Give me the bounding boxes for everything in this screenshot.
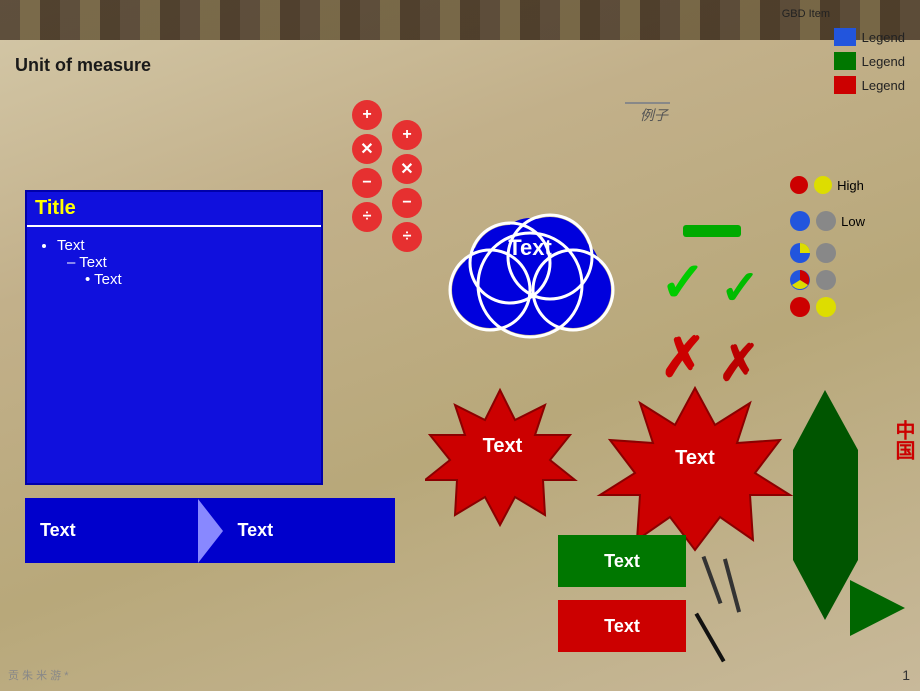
multiply-button-left[interactable]: ✕ [352, 134, 382, 164]
multiply-button-right[interactable]: ✕ [392, 154, 422, 184]
plus-button-right[interactable]: + [392, 120, 422, 150]
pie-dot-4 [815, 269, 837, 291]
pie-dot-3 [789, 269, 811, 291]
checkmark-1: ✓ [660, 255, 706, 310]
starburst-shapes: Text Text [425, 385, 825, 560]
cloud-text: Text [475, 235, 585, 261]
legend-label-blue: Legend [862, 30, 905, 45]
minus-button-right[interactable]: − [392, 188, 422, 218]
red-text-box: Text [558, 600, 686, 652]
green-right-arrow [850, 580, 905, 636]
unit-of-measure-label: Unit of measure [15, 55, 151, 76]
green-text-box: Text [558, 535, 686, 587]
high-dot-yellow [813, 175, 833, 195]
xmark-1: ✗ [660, 330, 706, 385]
math-buttons-right: + ✕ − ÷ [392, 120, 422, 252]
bottom-bar-left-text: Text [25, 520, 198, 541]
legend-color-red [834, 76, 856, 94]
page-number: 1 [902, 667, 910, 683]
divide-button-left[interactable]: ÷ [352, 202, 382, 232]
checkmark-2: ✓ [720, 265, 760, 313]
legend-color-blue [834, 28, 856, 46]
slash-2 [723, 558, 741, 612]
legend-container: Legend Legend Legend [834, 28, 905, 94]
pie-dots-row-2 [789, 269, 865, 291]
starburst-svg [425, 385, 825, 555]
plus-button-left[interactable]: + [352, 100, 382, 130]
china-text: 中国 [889, 420, 918, 460]
bullet-list: Text Text Text [27, 227, 321, 302]
bullet-item-2: Text Text [67, 254, 309, 288]
title-box: Title Text Text Text [25, 190, 323, 485]
legend-color-green [834, 52, 856, 70]
legend-item-red: Legend [834, 76, 905, 94]
dot-red-3 [789, 296, 811, 318]
example-label: 例子 [640, 105, 668, 125]
cloud-svg [425, 185, 635, 345]
dots-row-3 [789, 296, 865, 318]
math-buttons-left: + ✕ − ÷ [352, 100, 382, 232]
bottom-blue-bar: Text Text [25, 498, 395, 563]
watermark-text: 贡 朱 米 游 * [8, 667, 69, 683]
cloud-shape: Text [425, 185, 635, 350]
title-text: Title [35, 197, 76, 219]
bullet-item-3: Text [85, 271, 309, 288]
high-label: High [837, 178, 864, 193]
low-dot-blue [789, 210, 811, 232]
main-content: GBD Item Unit of measure Legend Legend L… [0, 0, 920, 691]
starburst-1-text: Text [455, 435, 550, 458]
xmark-2: ✗ [718, 338, 760, 388]
legend-item-green: Legend [834, 52, 905, 70]
green-tall-shape [793, 390, 858, 625]
legend-label-green: Legend [862, 54, 905, 69]
gbd-item-label: GBD Item [782, 8, 830, 20]
low-dot-gray [815, 210, 837, 232]
bottom-bar-right-text: Text [223, 520, 396, 541]
slash-1 [702, 556, 723, 604]
example-line [625, 102, 670, 104]
divide-button-right[interactable]: ÷ [392, 222, 422, 252]
pie-dot-2 [815, 242, 837, 264]
minus-button-left[interactable]: − [352, 168, 382, 198]
dot-yellow-3 [815, 296, 837, 318]
arrow-divider [198, 499, 223, 563]
title-header: Title [27, 192, 321, 227]
low-label: Low [841, 214, 865, 229]
legend-item-blue: Legend [834, 28, 905, 46]
green-dash [683, 225, 741, 237]
pie-dots-row-1 [789, 242, 865, 264]
starburst-2-text: Text [640, 447, 750, 470]
bullet-item-1: Text Text Text [57, 237, 309, 288]
high-dot-icon [789, 175, 809, 195]
green-box-text: Text [604, 551, 640, 572]
pie-dot-1 [789, 242, 811, 264]
red-box-text: Text [604, 616, 640, 637]
green-tall-svg [793, 390, 858, 620]
legend-label-red: Legend [862, 78, 905, 93]
slash-3 [695, 613, 726, 663]
high-low-labels: High Low [789, 175, 865, 323]
